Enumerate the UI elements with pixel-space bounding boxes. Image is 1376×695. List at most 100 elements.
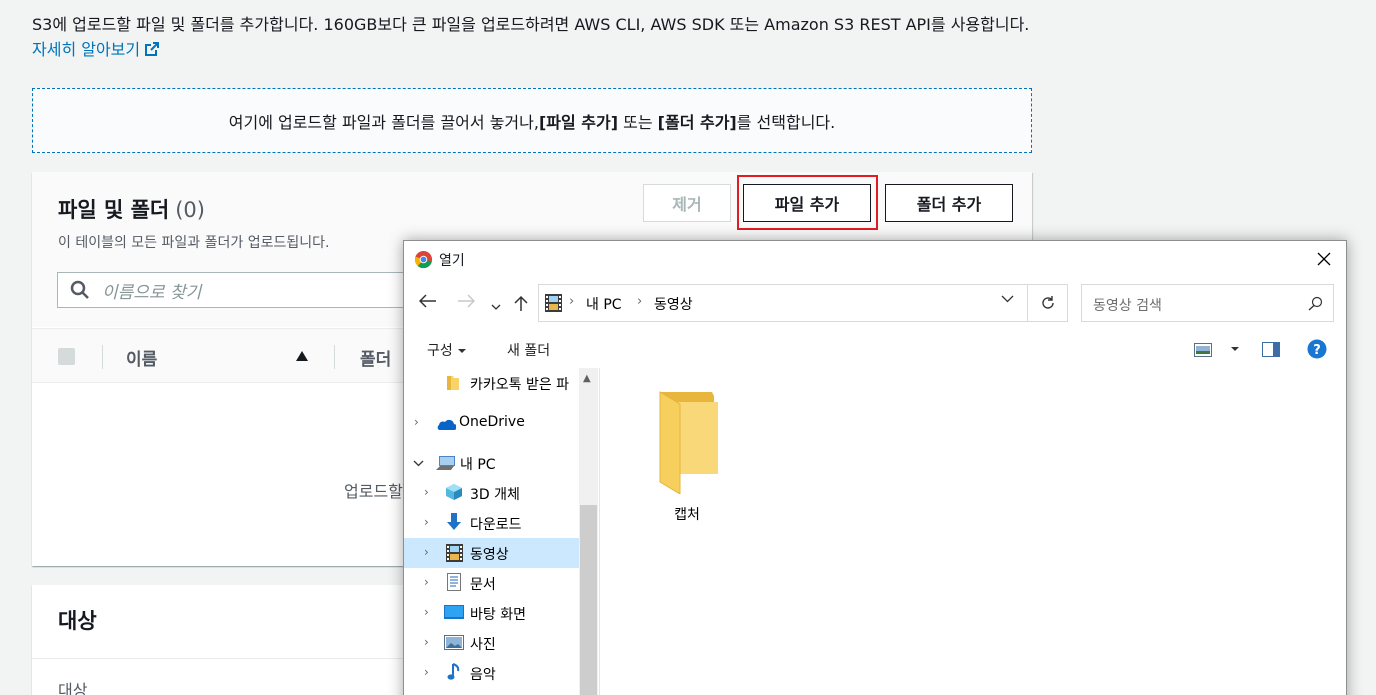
file-item-captures[interactable]: 캡처: [647, 390, 727, 524]
3d-objects-icon: [446, 484, 462, 500]
close-button[interactable]: [1302, 241, 1346, 277]
file-count: (0): [175, 198, 205, 222]
command-bar: 구성 새 폴더 ?: [404, 331, 1346, 367]
chevron-down-icon: [491, 304, 501, 310]
nav-item-music[interactable]: › 음악: [404, 658, 579, 688]
nav-item-label: 내 PC: [460, 457, 496, 473]
nav-item-label: 바탕 화면: [470, 607, 526, 623]
back-button[interactable]: [418, 293, 437, 312]
chevron-right-icon[interactable]: ›: [424, 605, 429, 619]
destination-label: 대상: [58, 681, 88, 695]
search-videos-input[interactable]: 동영상 검색: [1081, 284, 1334, 322]
intro-text: S3에 업로드할 파일 및 폴더를 추가합니다. 160GB보다 큰 파일을 업…: [32, 12, 1042, 62]
remove-button[interactable]: 제거: [643, 184, 731, 222]
column-name[interactable]: 이름: [126, 345, 157, 370]
dialog-title: 열기: [439, 253, 465, 269]
svg-text:?: ?: [1313, 343, 1321, 358]
file-open-dialog: 열기 › 내 PC › 동영상 동영상 검색 구성 새 폴더 ? 카카오톡 받은…: [403, 240, 1347, 695]
forward-button[interactable]: [457, 293, 476, 312]
add-files-highlight: [737, 175, 878, 230]
nav-item-videos[interactable]: › 동영상: [404, 538, 579, 568]
nav-item-label: 문서: [470, 577, 496, 593]
new-folder-button[interactable]: 새 폴더: [507, 340, 550, 360]
empty-table-message: 업로드할: [344, 482, 403, 501]
nav-item-downloads[interactable]: › 다운로드: [404, 508, 579, 538]
music-icon: [447, 663, 460, 680]
help-icon[interactable]: ?: [1307, 339, 1327, 359]
organize-menu[interactable]: 구성: [427, 340, 466, 360]
dropzone-add-files: [파일 추가]: [538, 112, 619, 132]
caret-down-icon: [457, 349, 466, 353]
picture-icon: [444, 635, 464, 650]
chevron-down-icon[interactable]: [1001, 295, 1014, 303]
panel-title: 파일 및 폴더 (0): [58, 198, 205, 222]
recent-locations-button[interactable]: [491, 296, 501, 315]
nav-item-label: 사진: [470, 637, 496, 653]
dropzone-add-folder: [폴더 추가]: [657, 112, 737, 132]
nav-item-this-pc[interactable]: 내 PC: [404, 448, 579, 478]
chevron-right-icon[interactable]: ›: [424, 665, 429, 679]
column-separator: [334, 345, 335, 369]
refresh-icon: [1041, 296, 1054, 309]
file-item-label: 캡처: [674, 507, 700, 523]
nav-item-label: 카카오톡 받은 파: [470, 377, 570, 393]
close-icon: [1317, 252, 1331, 266]
nav-item-desktop[interactable]: › 바탕 화면: [404, 598, 579, 628]
dropzone-text-middle: 또는: [618, 112, 658, 132]
breadcrumb-separator[interactable]: ›: [637, 294, 642, 309]
scroll-up-icon[interactable]: ▲: [583, 373, 591, 384]
breadcrumb-separator[interactable]: ›: [569, 294, 574, 309]
folder-icon: [659, 391, 718, 495]
download-icon: [447, 513, 461, 530]
add-folder-button[interactable]: 폴더 추가: [885, 184, 1013, 222]
arrow-right-icon: [458, 294, 476, 308]
search-placeholder: 이름으로 찾기: [102, 282, 202, 303]
chevron-right-icon[interactable]: ›: [424, 575, 429, 589]
learn-more-link[interactable]: 자세히 알아보기: [32, 40, 160, 59]
breadcrumb-item-pc[interactable]: 내 PC: [586, 294, 622, 314]
destination-title: 대상: [58, 609, 97, 633]
nav-item-3d-objects[interactable]: › 3D 개체: [404, 478, 579, 508]
chevron-right-icon[interactable]: ›: [424, 515, 429, 529]
nav-item-pictures[interactable]: › 사진: [404, 628, 579, 658]
dialog-titlebar: 열기: [404, 241, 1346, 277]
arrow-left-icon: [418, 294, 436, 308]
refresh-button[interactable]: [1028, 284, 1068, 322]
nav-item-label: 동영상: [470, 547, 509, 563]
dropzone-text-before: 여기에 업로드할 파일과 폴더를 끌어서 놓거나,: [228, 112, 539, 132]
sort-ascending-icon[interactable]: [296, 351, 308, 361]
video-icon: [446, 544, 463, 562]
nav-item-label: 3D 개체: [470, 487, 520, 503]
file-list: 캡처: [601, 368, 1346, 695]
pc-icon: [436, 456, 455, 470]
view-options-icon[interactable]: [1194, 343, 1212, 357]
nav-item-kakaotalk[interactable]: 카카오톡 받은 파: [404, 368, 579, 398]
column-folder[interactable]: 폴더: [360, 345, 391, 370]
upload-dropzone[interactable]: 여기에 업로드할 파일과 폴더를 끌어서 놓거나, [파일 추가] 또는 [폴더…: [32, 88, 1032, 153]
column-separator: [102, 345, 103, 369]
chevron-down-icon[interactable]: [413, 460, 424, 467]
caret-down-icon[interactable]: [1231, 347, 1239, 351]
nav-item-documents[interactable]: › 문서: [404, 568, 579, 598]
dropzone-text-after: 를 선택합니다.: [736, 112, 836, 132]
up-button[interactable]: [514, 295, 528, 316]
chevron-right-icon[interactable]: ›: [424, 545, 429, 559]
nav-item-label: 다운로드: [470, 517, 522, 533]
nav-item-label: OneDrive: [459, 414, 525, 430]
navigation-pane: 카카오톡 받은 파 › OneDrive 내 PC › 3D 개체 › 다운로드…: [404, 368, 600, 695]
address-bar[interactable]: › 내 PC › 동영상: [538, 284, 1028, 322]
chevron-right-icon[interactable]: ›: [424, 635, 429, 649]
search-icon: [70, 280, 89, 299]
nav-scrollbar[interactable]: ▲: [579, 368, 598, 695]
search-placeholder: 동영상 검색: [1093, 298, 1162, 314]
desktop-icon: [444, 605, 464, 619]
preview-pane-icon[interactable]: [1262, 342, 1280, 357]
chevron-right-icon[interactable]: ›: [424, 485, 429, 499]
panel-description: 이 테이블의 모든 파일과 폴더가 업로드됩니다.: [58, 235, 330, 251]
nav-item-onedrive[interactable]: › OneDrive: [404, 408, 579, 438]
intro-description: S3에 업로드할 파일 및 폴더를 추가합니다. 160GB보다 큰 파일을 업…: [32, 15, 1030, 34]
chevron-right-icon[interactable]: ›: [414, 415, 419, 429]
scrollbar-thumb[interactable]: [580, 505, 597, 695]
breadcrumb-item-videos[interactable]: 동영상: [654, 294, 693, 314]
select-all-checkbox[interactable]: [58, 348, 75, 365]
